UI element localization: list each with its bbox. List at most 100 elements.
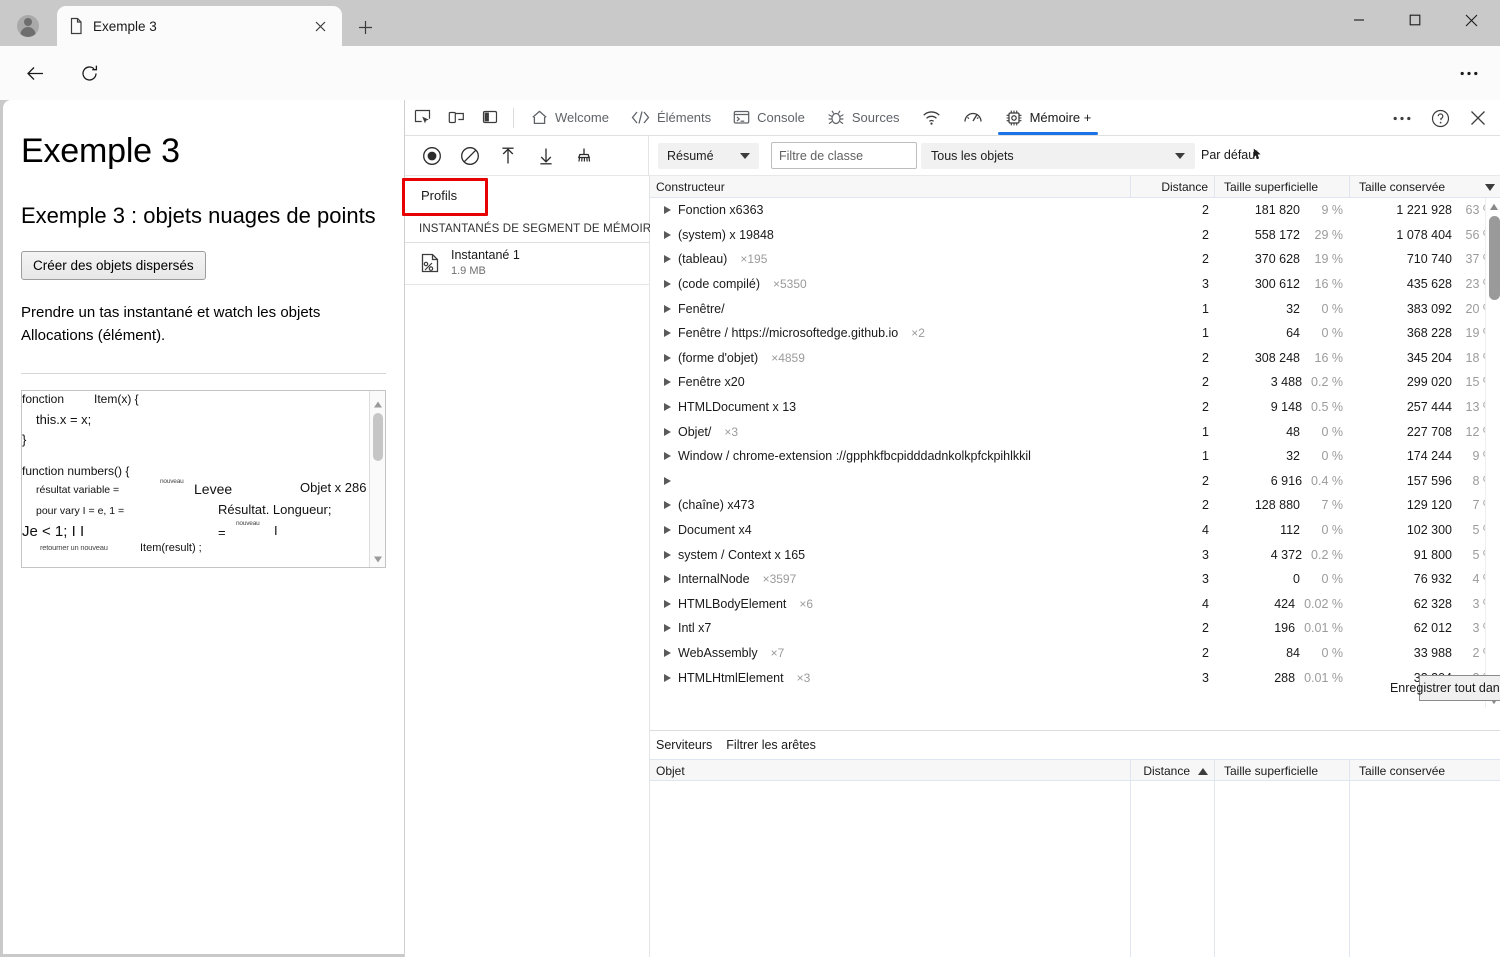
cell-constructor[interactable]: Intl x7 [650,616,1131,641]
table-row[interactable]: 2 6 916 0.4 % 157 596 8 % [650,469,1500,494]
scroll-thumb[interactable] [1488,216,1500,300]
code-scrollbar[interactable] [369,391,385,567]
window-close-button[interactable] [1448,0,1494,40]
cell-constructor[interactable]: (code compilé) ×5350 [650,272,1131,297]
cell-constructor[interactable] [650,469,1131,494]
cell-constructor[interactable]: HTMLHtmlElement ×3 [650,665,1131,690]
expand-triangle-icon[interactable] [664,280,671,289]
no-entry-icon[interactable] [451,140,489,172]
back-button[interactable] [18,56,52,90]
filter-edges-label[interactable]: Filtrer les arêtes [726,738,816,752]
table-row[interactable]: Intl x7 2 196 0.01 % 62 012 3 % [650,616,1500,641]
column-header-shallow-size[interactable]: Taille superficielle [1215,760,1350,782]
profile-button[interactable] [8,10,48,42]
column-header-constructor[interactable]: Constructeur [650,176,1131,198]
cell-constructor[interactable]: Fonction x6363 [650,198,1131,223]
table-row[interactable]: Document x4 4 112 0 % 102 300 5 % [650,518,1500,543]
column-header-retained-size[interactable]: Taille conservée [1350,760,1500,782]
profils-tab[interactable]: Profils [407,178,491,212]
table-row[interactable]: Fenêtre / https://microsoftedge.github.i… [650,321,1500,346]
table-row[interactable]: Objet/ ×3 1 48 0 % 227 708 12 % [650,419,1500,444]
record-circle-icon[interactable] [413,140,451,172]
expand-triangle-icon[interactable] [664,378,671,387]
scroll-down-icon[interactable] [373,551,383,563]
view-mode-select[interactable]: Résumé [658,143,759,169]
window-maximize-button[interactable] [1392,0,1438,40]
tab-network[interactable] [911,101,952,135]
column-header-object[interactable]: Objet [650,760,1131,782]
cell-constructor[interactable]: Fenêtre x20 [650,370,1131,395]
tab-memory[interactable]: Mémoire + [994,101,1103,135]
cell-constructor[interactable]: Document x4 [650,518,1131,543]
broom-icon[interactable] [565,140,603,172]
new-tab-button[interactable] [352,14,378,40]
expand-triangle-icon[interactable] [664,230,671,239]
cell-constructor[interactable]: WebAssembly ×7 [650,641,1131,666]
cell-constructor[interactable]: HTMLDocument x 13 [650,395,1131,420]
table-row[interactable]: Fonction x6363 2 181 820 9 % 1 221 928 63 % [650,198,1500,223]
table-row[interactable]: system / Context x 165 3 4 372 0.2 % 91 800 5… [650,542,1500,567]
expand-triangle-icon[interactable] [664,501,671,510]
table-row[interactable]: (chaîne) x473 2 128 880 7 % 129 120 7 % [650,493,1500,518]
tab-performance[interactable] [952,101,994,135]
inspect-element-icon[interactable] [405,103,439,133]
cell-constructor[interactable]: Window / chrome-extension ://gpphkfbcpid… [650,444,1131,469]
table-row[interactable]: (tableau) ×195 2 370 628 19 % 710 740 37 % [650,247,1500,272]
device-toolbar-icon[interactable] [439,103,473,133]
tab-console[interactable]: Console [722,101,816,135]
cell-constructor[interactable]: system / Context x 165 [650,542,1131,567]
tab-sources[interactable]: Sources [816,101,911,135]
close-icon[interactable] [1459,101,1497,135]
tab-retainers[interactable]: Serviteurs [656,738,712,752]
table-row[interactable]: Fenêtre/1 32 0 % 383 092 20 % [650,296,1500,321]
save-all-to-file-button[interactable]: Enregistrer tout dans le fichier [1390,675,1500,701]
expand-triangle-icon[interactable] [664,599,671,608]
objects-scope-select[interactable]: Tous les objets [921,143,1195,169]
window-minimize-button[interactable] [1336,0,1382,40]
cell-constructor[interactable]: (tableau) ×195 [650,247,1131,272]
cell-constructor[interactable]: Objet/ ×3 [650,419,1131,444]
table-row[interactable]: HTMLDocument x 13 2 9 148 0.5 % 257 444 13 % [650,395,1500,420]
expand-triangle-icon[interactable] [664,648,671,657]
table-row[interactable]: (forme d'objet) ×4859 2 308 248 16 % 345 204 1… [650,346,1500,371]
cell-constructor[interactable]: (system) x 19848 [650,223,1131,248]
tab-welcome[interactable]: Welcome [520,101,620,135]
browser-more-button[interactable] [1452,56,1486,90]
expand-triangle-icon[interactable] [664,550,671,559]
table-row[interactable]: (code compilé) ×5350 3 300 612 16 % 435 628 23… [650,272,1500,297]
download-arrow-icon[interactable] [527,140,565,172]
scroll-up-icon[interactable] [1489,201,1499,211]
question-circle-icon[interactable] [1421,101,1459,135]
expand-triangle-icon[interactable] [664,526,671,535]
class-filter-input[interactable]: Filtre de classe [771,142,917,169]
expand-triangle-icon[interactable] [664,255,671,264]
ellipsis-icon[interactable] [1383,101,1421,135]
grid-vertical-scrollbar[interactable] [1485,198,1500,708]
scroll-up-icon[interactable] [373,397,383,408]
scroll-thumb[interactable] [373,413,383,461]
browser-tab[interactable]: Exemple 3 [57,6,342,46]
expand-triangle-icon[interactable] [664,624,671,633]
upload-arrow-icon[interactable] [489,140,527,172]
column-header-distance[interactable]: Distance [1131,176,1215,198]
expand-triangle-icon[interactable] [664,476,671,485]
expand-triangle-icon[interactable] [664,353,671,362]
expand-triangle-icon[interactable] [664,452,671,461]
cell-constructor[interactable]: Fenêtre/ [650,296,1131,321]
column-header-retained-size[interactable]: Taille conservée [1350,176,1500,198]
cell-constructor[interactable]: (chaîne) x473 [650,493,1131,518]
column-header-distance[interactable]: Distance [1131,760,1215,782]
expand-triangle-icon[interactable] [664,427,671,436]
table-row[interactable]: HTMLBodyElement ×6 4 424 0.02 % 62 328 3 % [650,592,1500,617]
dock-panel-icon[interactable] [473,103,507,133]
table-row[interactable]: InternalNode ×3597 3 0 0 % 76 932 4 % [650,567,1500,592]
expand-triangle-icon[interactable] [664,403,671,412]
cell-constructor[interactable]: InternalNode ×3597 [650,567,1131,592]
cell-constructor[interactable]: Fenêtre / https://microsoftedge.github.i… [650,321,1131,346]
table-row[interactable]: WebAssembly ×7 2 84 0 % 33 988 2 % [650,641,1500,666]
table-row[interactable]: (system) x 19848 2 558 172 29 % 1 078 404 56 … [650,223,1500,248]
expand-triangle-icon[interactable] [664,673,671,682]
tab-close-button[interactable] [308,14,332,38]
create-scattered-objects-button[interactable]: Créer des objets dispersés [21,251,206,280]
expand-triangle-icon[interactable] [664,329,671,338]
